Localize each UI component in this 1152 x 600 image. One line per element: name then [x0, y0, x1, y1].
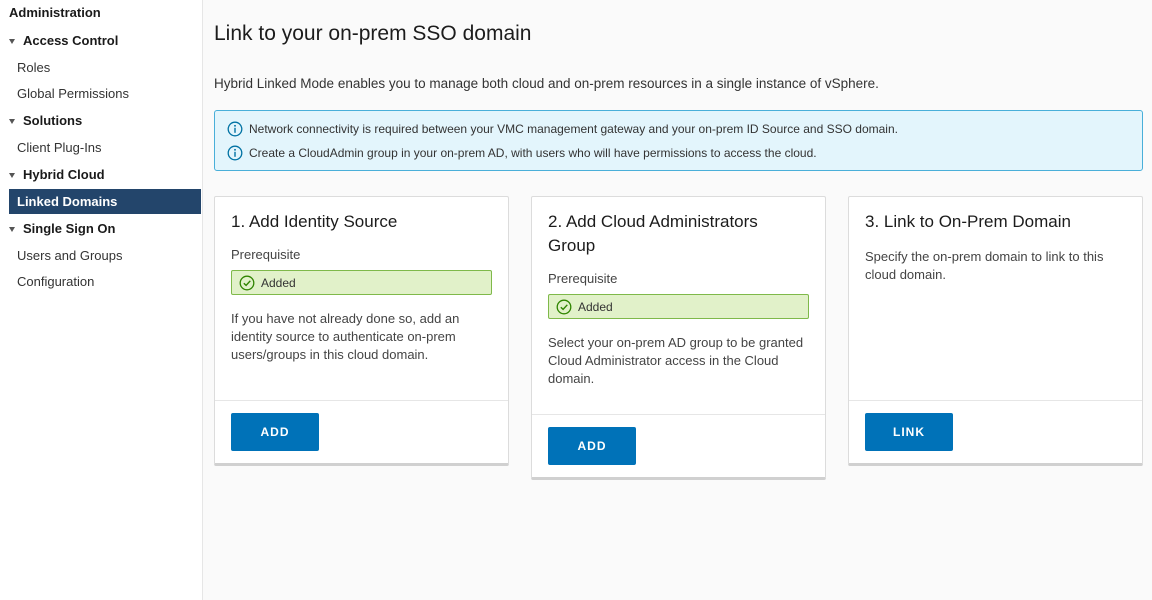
status-badge: Added — [231, 270, 492, 295]
sidebar-item-client-plug-ins[interactable]: Client Plug-Ins — [17, 140, 102, 155]
sidebar-title: Administration — [9, 5, 101, 20]
sidebar-group-solutions[interactable]: Solutions — [9, 113, 82, 128]
sidebar-item-global-permissions[interactable]: Global Permissions — [17, 86, 129, 101]
card-title: 3. Link to On-Prem Domain — [865, 212, 1071, 231]
caret-down-icon[interactable] — [9, 38, 15, 44]
sidebar-item-linked-domains[interactable]: Linked Domains — [9, 189, 201, 214]
sidebar-group-single-sign-on[interactable]: Single Sign On — [9, 221, 115, 236]
card-footer: LINK — [849, 400, 1142, 465]
check-circle-icon — [239, 275, 255, 290]
sidebar-group-label: Hybrid Cloud — [23, 167, 105, 182]
add-identity-source-button[interactable]: ADD — [231, 413, 319, 451]
alert-item: Network connectivity is required between… — [227, 121, 898, 137]
sidebar-group-hybrid-cloud[interactable]: Hybrid Cloud — [9, 167, 105, 182]
alert-text: Create a CloudAdmin group in your on-pre… — [249, 146, 817, 160]
alert-item: Create a CloudAdmin group in your on-pre… — [227, 145, 817, 161]
card-title: 1. Add Identity Source — [231, 212, 398, 231]
link-domain-button[interactable]: LINK — [865, 413, 953, 451]
info-icon — [227, 121, 243, 137]
card-add-cloud-administrators-group: 2. Add Cloud Administrators Group Prereq… — [531, 196, 826, 480]
card-link-to-on-prem-domain: 3. Link to On-Prem Domain Specify the on… — [848, 196, 1143, 466]
card-description: Specify the on-prem domain to link to th… — [865, 249, 1104, 282]
info-alert: Network connectivity is required between… — [214, 110, 1143, 171]
caret-down-icon[interactable] — [9, 118, 15, 124]
page-title: Link to your on-prem SSO domain — [214, 22, 532, 45]
sidebar-item-configuration[interactable]: Configuration — [17, 274, 94, 289]
prerequisite-label: Prerequisite — [231, 247, 301, 262]
sidebar-group-label: Access Control — [23, 33, 119, 48]
caret-down-icon[interactable] — [9, 226, 15, 232]
sidebar-item-users-and-groups[interactable]: Users and Groups — [17, 248, 123, 263]
add-cloud-admin-group-button[interactable]: ADD — [548, 427, 636, 465]
status-text: Added — [261, 275, 296, 290]
card-description: If you have not already done so, add an … — [231, 311, 460, 362]
card-title: 2. Add Cloud Administrators Group — [548, 212, 758, 255]
info-icon — [227, 145, 243, 161]
alert-text: Network connectivity is required between… — [249, 122, 898, 136]
prerequisite-label: Prerequisite — [548, 271, 618, 286]
caret-down-icon[interactable] — [9, 172, 15, 178]
status-text: Added — [578, 299, 613, 314]
sidebar-item-roles[interactable]: Roles — [17, 60, 50, 75]
sidebar: Administration Access Control Roles Glob… — [0, 0, 203, 600]
card-footer: ADD — [532, 414, 825, 479]
check-circle-icon — [556, 299, 572, 314]
status-badge: Added — [548, 294, 809, 319]
card-add-identity-source: 1. Add Identity Source Prerequisite Adde… — [214, 196, 509, 466]
page-description: Hybrid Linked Mode enables you to manage… — [214, 76, 879, 91]
sidebar-group-label: Single Sign On — [23, 221, 116, 236]
sidebar-group-access-control[interactable]: Access Control — [9, 33, 118, 48]
sidebar-group-label: Solutions — [23, 113, 83, 128]
card-footer: ADD — [215, 400, 508, 465]
card-description: Select your on-prem AD group to be grant… — [548, 335, 804, 386]
